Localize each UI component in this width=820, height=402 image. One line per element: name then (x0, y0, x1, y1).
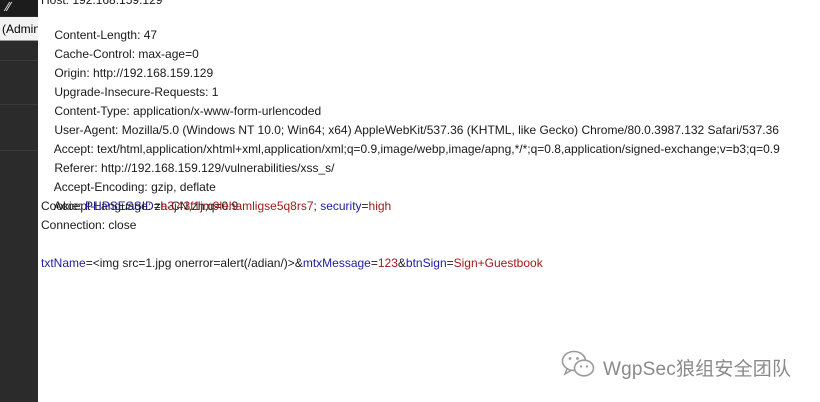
header-line-connection: Connection: close (41, 218, 137, 232)
watermark: WgpSec狼组安全团队 (561, 350, 791, 384)
cookie-label: Cookie: (41, 199, 86, 213)
watermark-text: WgpSec狼组安全团队 (603, 358, 792, 380)
tab-admin[interactable]: (Admin (0, 17, 38, 41)
panel-divider (0, 60, 38, 61)
wechat-icon (561, 350, 603, 384)
body-param-value: Sign+Guestbook (453, 256, 543, 270)
body-separator: & (397, 256, 406, 270)
request-editor[interactable]: Host: 192.168.159.129 Content-Length: 47… (38, 0, 820, 402)
app-icon: ⁄⁄ (0, 0, 38, 16)
panel-divider (0, 150, 38, 151)
cookie-param-name: security (320, 199, 362, 213)
left-panel: ⁄⁄ (Admin (0, 0, 38, 402)
body-separator: & (294, 256, 303, 270)
request-body: txtName=<img src=1.jpg onerror=alert(/ad… (41, 256, 543, 270)
body-param-name: mtxMessage (302, 256, 371, 270)
body-param-value: 123 (377, 256, 398, 270)
body-param-value: <img src=1.jpg onerror=alert(/adian/)> (92, 256, 295, 270)
cookie-param-name: PHPSESSID (85, 199, 154, 213)
panel-divider (0, 104, 38, 105)
body-param-name: txtName (41, 256, 86, 270)
body-param-name: btnSign (405, 256, 447, 270)
cookie-line: Cookie: PHPSESSID=a3j43f1jm9lehamligse5q… (41, 199, 392, 213)
cookie-param-value: a3j43f1jm9lehamligse5q8rs7 (160, 199, 314, 213)
cookie-param-value: high (368, 199, 392, 213)
